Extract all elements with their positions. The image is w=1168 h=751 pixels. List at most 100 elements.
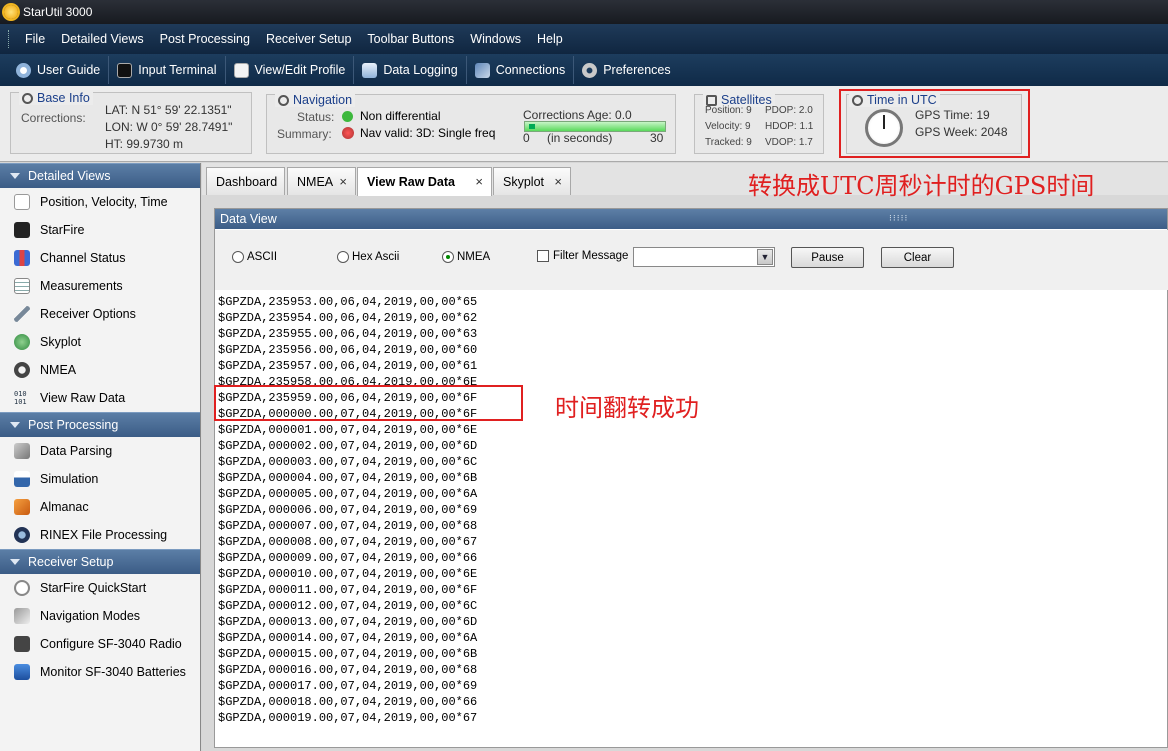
sidebar-item-view-raw-data[interactable]: 010 101 View Raw Data xyxy=(0,384,200,412)
connections-button[interactable]: Connections xyxy=(467,56,575,84)
sidebar-section-receiver-setup[interactable]: Receiver Setup xyxy=(0,549,200,574)
navigation-title: Navigation xyxy=(275,93,356,107)
tab-label: Dashboard xyxy=(216,174,278,189)
terminal-icon xyxy=(117,62,133,78)
filter-message-select[interactable]: ▼ xyxy=(633,247,775,267)
binary-icon: 010 101 xyxy=(14,390,27,406)
preferences-button[interactable]: Preferences xyxy=(574,56,678,84)
sidebar-item-channel-status[interactable]: Channel Status xyxy=(0,244,200,272)
sidebar-item-starfire[interactable]: StarFire xyxy=(0,216,200,244)
log-line: $GPZDA,000014.00,07,04,2019,00,00*6A xyxy=(218,631,478,645)
sidebar-item-label: Almanac xyxy=(40,500,89,514)
menu-toolbar-buttons[interactable]: Toolbar Buttons xyxy=(359,32,462,46)
base-info-icon xyxy=(22,92,33,104)
tab-nmea[interactable]: NMEA × xyxy=(287,167,356,195)
sat-vdop: VDOP: 1.7 xyxy=(765,137,813,148)
chevron-down-icon: ▼ xyxy=(757,249,773,265)
sidebar-item-data-parsing[interactable]: Data Parsing xyxy=(0,437,200,465)
navigation-icon xyxy=(14,608,30,624)
pause-button[interactable]: Pause xyxy=(791,247,864,268)
sidebar-item-label: Receiver Options xyxy=(40,307,136,321)
book-icon xyxy=(14,499,30,515)
base-info-panel: Base Info Corrections: LAT: N 51° 59' 22… xyxy=(10,91,252,154)
clear-button[interactable]: Clear xyxy=(881,247,954,268)
sidebar-item-skyplot[interactable]: Skyplot xyxy=(0,328,200,356)
battery-icon xyxy=(14,664,30,680)
sidebar-section-title: Receiver Setup xyxy=(28,555,114,569)
bar-chart-icon xyxy=(14,250,30,266)
log-line: $GPZDA,000012.00,07,04,2019,00,00*6C xyxy=(218,599,478,613)
sidebar-item-measurements[interactable]: Measurements xyxy=(0,272,200,300)
tab-skyplot[interactable]: Skyplot × xyxy=(493,167,571,195)
table-icon xyxy=(14,278,30,294)
user-guide-button[interactable]: User Guide xyxy=(8,56,110,84)
radio-ascii[interactable]: ASCII xyxy=(232,251,277,263)
close-icon[interactable]: × xyxy=(554,174,562,189)
filter-message-box xyxy=(537,250,549,262)
globe-icon xyxy=(14,334,30,350)
close-icon[interactable]: × xyxy=(339,174,347,189)
main-panel: Dashboard NMEA × View Raw Data × Skyplot… xyxy=(202,163,1168,751)
navigation-title-text: Navigation xyxy=(293,93,353,107)
log-line: $GPZDA,235953.00,06,04,2019,00,00*65 xyxy=(218,295,478,309)
sidebar: Detailed Views Position, Velocity, Time … xyxy=(0,163,201,751)
menu-windows[interactable]: Windows xyxy=(462,32,529,46)
tab-dashboard[interactable]: Dashboard xyxy=(206,167,285,195)
sidebar-item-monitor-sf3040-batteries[interactable]: Monitor SF-3040 Batteries xyxy=(0,658,200,686)
close-icon[interactable]: × xyxy=(475,174,483,189)
sat-position: Position: 9 xyxy=(705,105,752,116)
base-info-title-text: Base Info xyxy=(37,91,90,105)
data-logging-button[interactable]: Data Logging xyxy=(354,56,467,84)
log-line: $GPZDA,000004.00,07,04,2019,00,00*6B xyxy=(218,471,478,485)
sat-velocity: Velocity: 9 xyxy=(705,121,751,132)
view-edit-profile-button[interactable]: View/Edit Profile xyxy=(226,56,355,84)
clock-icon xyxy=(14,580,30,596)
sidebar-item-label: Measurements xyxy=(40,279,123,293)
input-terminal-button[interactable]: Input Terminal xyxy=(109,56,226,84)
gear-icon xyxy=(582,62,598,78)
toolbar: User Guide Input Terminal View/Edit Prof… xyxy=(0,54,1168,86)
menu-file[interactable]: File xyxy=(17,32,53,46)
sidebar-item-rinex-file-processing[interactable]: RINEX File Processing xyxy=(0,521,200,549)
menu-receiver-setup[interactable]: Receiver Setup xyxy=(258,32,359,46)
log-line: $GPZDA,000008.00,07,04,2019,00,00*67 xyxy=(218,535,478,549)
log-line: $GPZDA,000006.00,07,04,2019,00,00*69 xyxy=(218,503,478,517)
log-line: $GPZDA,235954.00,06,04,2019,00,00*62 xyxy=(218,311,478,325)
filter-message-label: Filter Message xyxy=(553,250,629,262)
user-guide-icon xyxy=(16,62,31,78)
sidebar-section-post-processing[interactable]: Post Processing xyxy=(0,412,200,437)
filter-message-checkbox[interactable]: Filter Message xyxy=(537,250,628,262)
sidebar-item-label: Data Parsing xyxy=(40,444,113,458)
simulation-icon xyxy=(14,471,30,487)
view-edit-profile-label: View/Edit Profile xyxy=(254,63,346,77)
radio-nmea[interactable]: NMEA xyxy=(442,251,490,263)
sidebar-section-title: Detailed Views xyxy=(28,169,111,183)
collapse-arrow-icon xyxy=(10,173,20,179)
data-view-header: Data View ⁝⁝⁝⁝⁝ xyxy=(215,209,1167,229)
menu-help[interactable]: Help xyxy=(529,32,571,46)
sidebar-item-position-velocity-time[interactable]: Position, Velocity, Time xyxy=(0,188,200,216)
highlight-box-time xyxy=(839,89,1030,158)
preferences-label: Preferences xyxy=(603,63,671,77)
sidebar-item-label: Position, Velocity, Time xyxy=(40,195,168,209)
sidebar-section-detailed-views[interactable]: Detailed Views xyxy=(0,163,200,188)
sidebar-item-receiver-options[interactable]: Receiver Options xyxy=(0,300,200,328)
menu-bar: File Detailed Views Post Processing Rece… xyxy=(0,24,1168,54)
drag-grip-icon[interactable]: ⁝⁝⁝⁝⁝ xyxy=(889,213,908,224)
window-title: StarUtil 3000 xyxy=(23,5,93,19)
sat-hdop: HDOP: 1.1 xyxy=(765,121,814,132)
radio-hex-ascii[interactable]: Hex Ascii xyxy=(337,251,399,263)
base-ht: HT: 99.9730 m xyxy=(105,137,184,151)
menu-detailed-views[interactable]: Detailed Views xyxy=(53,32,151,46)
sidebar-item-navigation-modes[interactable]: Navigation Modes xyxy=(0,602,200,630)
sidebar-item-simulation[interactable]: Simulation xyxy=(0,465,200,493)
sidebar-item-almanac[interactable]: Almanac xyxy=(0,493,200,521)
sidebar-item-configure-sf3040-radio[interactable]: Configure SF-3040 Radio xyxy=(0,630,200,658)
satellites-panel: Satellites Position: 9 PDOP: 2.0 Velocit… xyxy=(694,93,824,154)
sidebar-item-starfire-quickstart[interactable]: StarFire QuickStart xyxy=(0,574,200,602)
tab-view-raw-data[interactable]: View Raw Data × xyxy=(357,167,492,196)
menu-post-processing[interactable]: Post Processing xyxy=(152,32,258,46)
raw-data-log[interactable]: $GPZDA,235953.00,06,04,2019,00,00*65 $GPZ… xyxy=(218,294,1158,734)
wrench-icon xyxy=(14,306,30,322)
sidebar-item-nmea[interactable]: NMEA xyxy=(0,356,200,384)
